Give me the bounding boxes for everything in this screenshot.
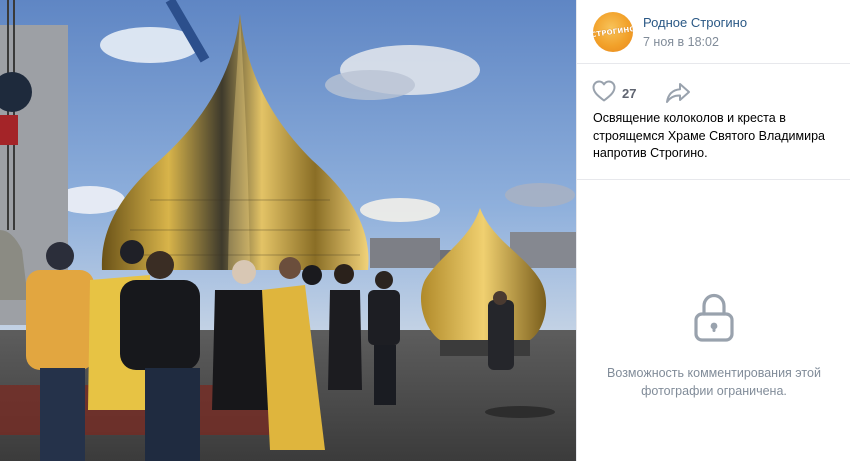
post-photo[interactable] bbox=[0, 0, 576, 461]
post-info-panel: СТРОГИНО Родное Строгино 7 ноя в 18:02 2… bbox=[576, 0, 850, 461]
photo-image bbox=[0, 0, 576, 461]
comments-restricted: Возможность комментирования этой фотогра… bbox=[577, 292, 850, 400]
restricted-message: Возможность комментирования этой фотогра… bbox=[607, 366, 821, 398]
divider bbox=[577, 179, 850, 180]
post-date-link[interactable]: 7 ноя в 18:02 bbox=[643, 35, 719, 49]
like-count: 27 bbox=[622, 85, 637, 101]
like-button[interactable]: 27 bbox=[592, 80, 637, 107]
post-header: СТРОГИНО Родное Строгино 7 ноя в 18:02 bbox=[577, 0, 850, 64]
group-avatar[interactable]: СТРОГИНО bbox=[593, 12, 633, 52]
share-button[interactable] bbox=[665, 82, 691, 104]
avatar-logo-text: СТРОГИНО bbox=[593, 24, 633, 40]
group-name-link[interactable]: Родное Строгино bbox=[643, 15, 747, 30]
heart-icon bbox=[592, 80, 616, 107]
post-actions: 27 bbox=[577, 64, 850, 103]
share-arrow-icon bbox=[665, 83, 691, 108]
post-description: Освящение колоколов и креста в строящемс… bbox=[593, 111, 825, 160]
lock-icon bbox=[692, 292, 736, 344]
